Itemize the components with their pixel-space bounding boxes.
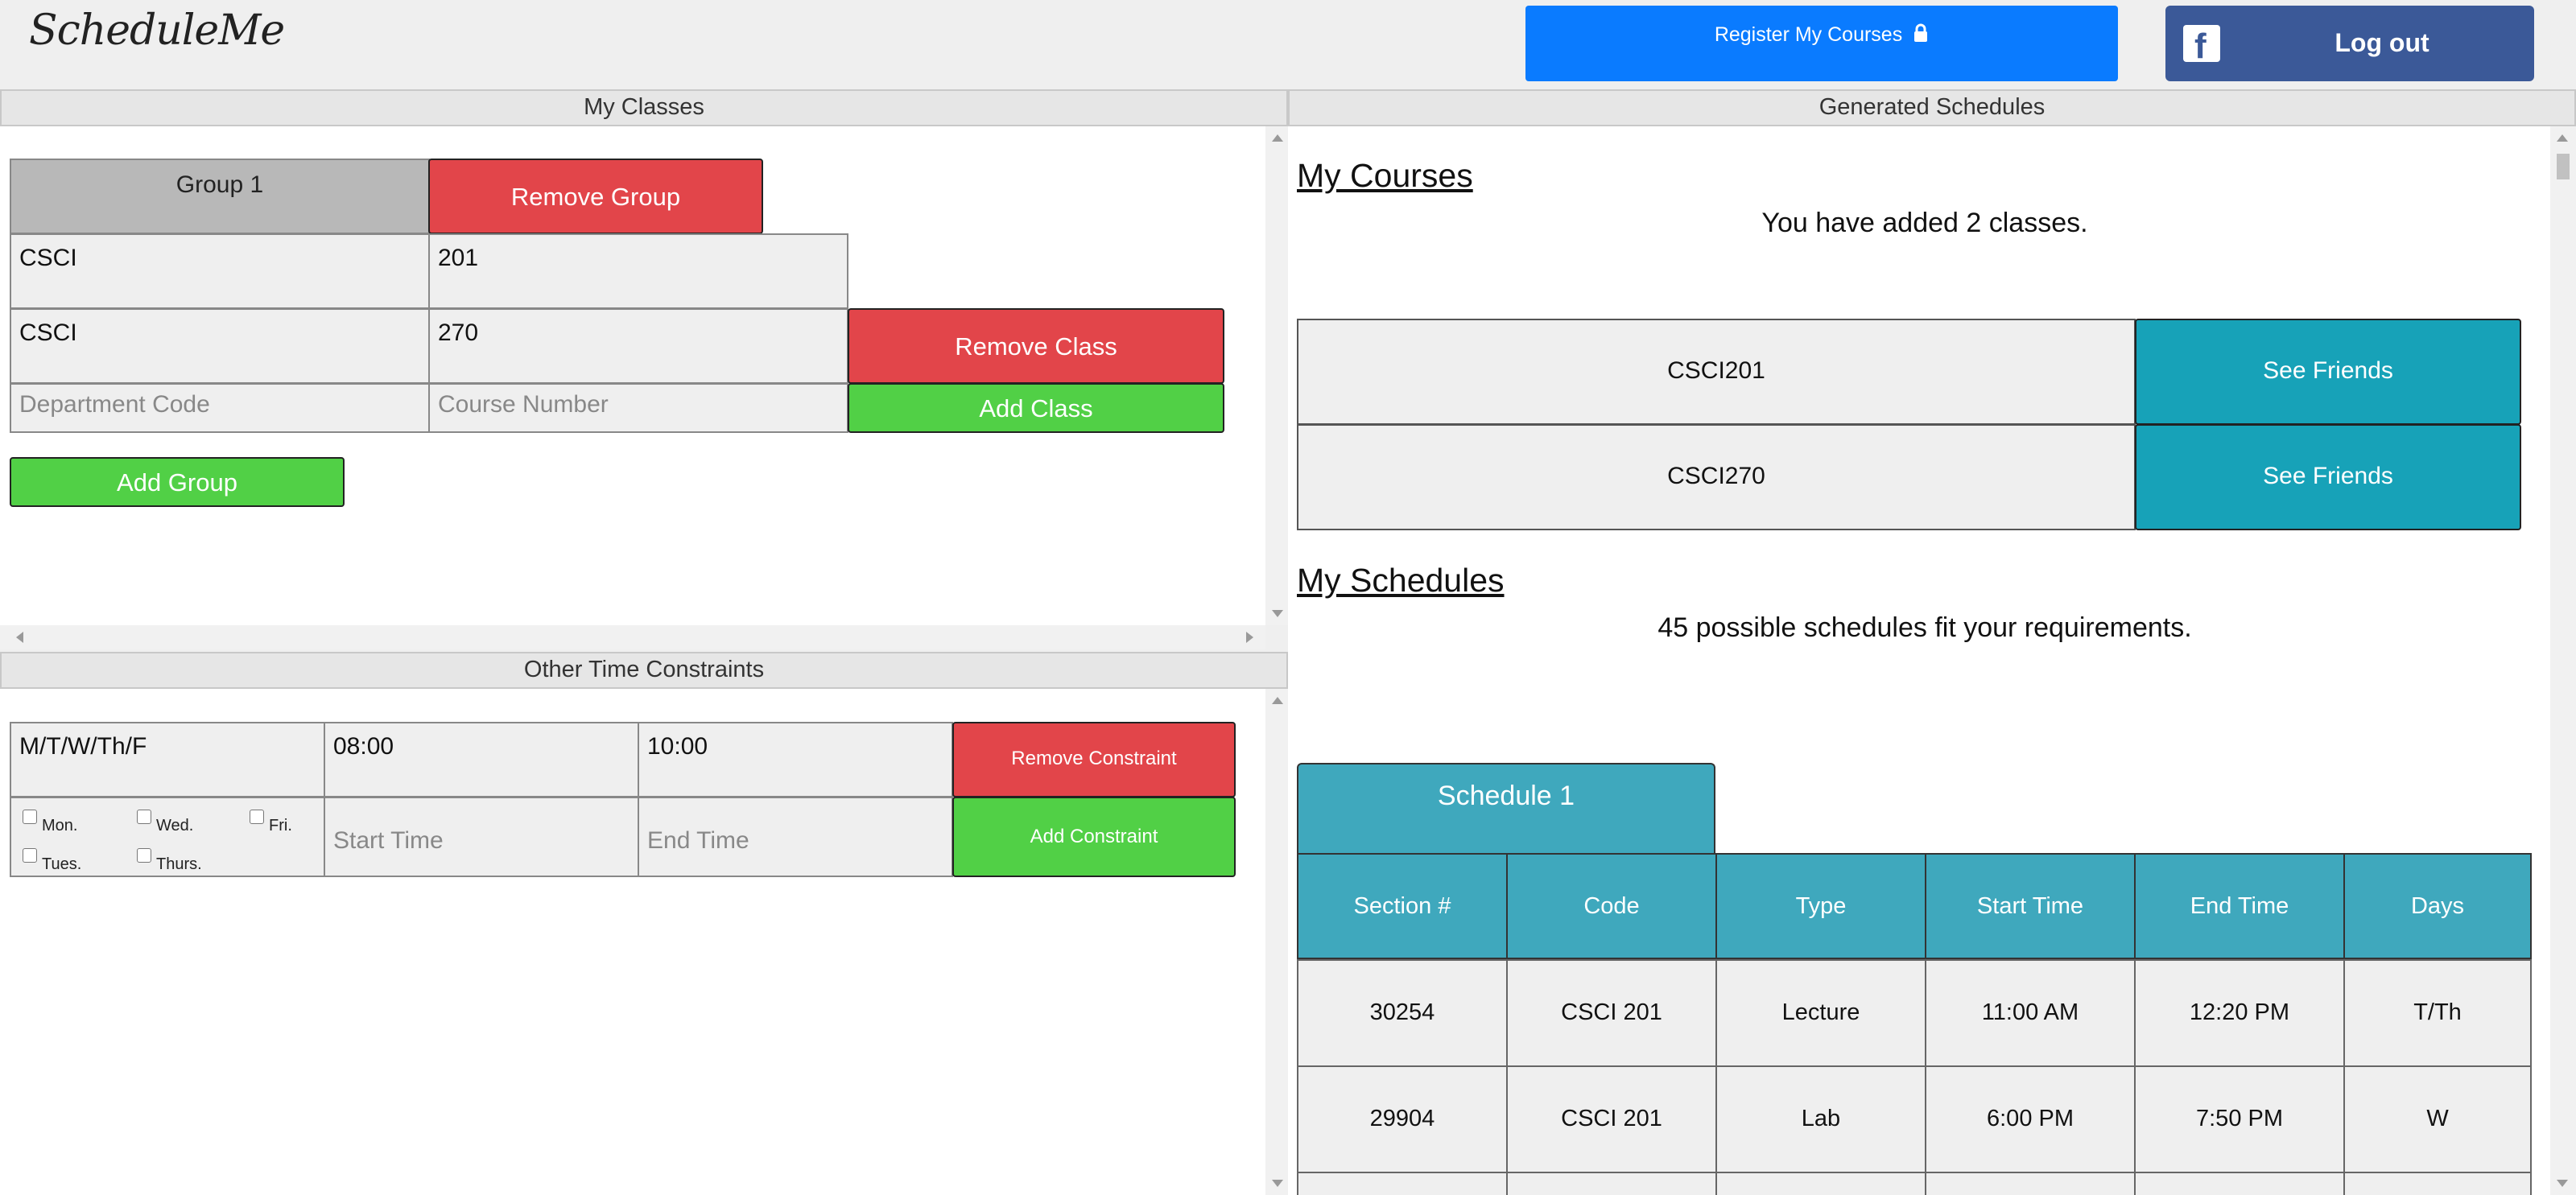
logout-button[interactable]: f Log out bbox=[2165, 6, 2534, 81]
course-cell: CSCI201 bbox=[1297, 319, 2136, 425]
scroll-thumb[interactable] bbox=[2557, 154, 2570, 179]
table-header: Start Time bbox=[1925, 853, 2136, 959]
constraint-end: 10:00 bbox=[638, 722, 953, 797]
tues-checkbox[interactable] bbox=[23, 848, 37, 863]
remove-class-button[interactable]: Remove Class bbox=[848, 308, 1224, 384]
table-cell bbox=[1506, 1172, 1717, 1195]
table-cell: 7:50 PM bbox=[2134, 1065, 2345, 1173]
add-group-button[interactable]: Add Group bbox=[10, 457, 345, 507]
logout-label: Log out bbox=[2334, 28, 2429, 57]
table-cell: CSCI 201 bbox=[1506, 959, 1717, 1067]
table-cell: Lecture bbox=[1715, 959, 1926, 1067]
constraint-days: M/T/W/Th/F bbox=[10, 722, 325, 797]
possible-schedules-text: 45 possible schedules fit your requireme… bbox=[1657, 612, 2192, 643]
table-cell: 30254 bbox=[1297, 959, 1508, 1067]
table-cell: W bbox=[2343, 1065, 2532, 1173]
my-schedules-heading: My Schedules bbox=[1297, 562, 1505, 599]
class-2-number: 270 bbox=[428, 308, 848, 384]
course-number-input[interactable]: Course Number bbox=[428, 383, 848, 433]
thurs-checkbox[interactable] bbox=[137, 848, 151, 863]
table-cell: CSCI 201 bbox=[1506, 1065, 1717, 1173]
day-tues[interactable]: Tues. bbox=[23, 848, 81, 876]
generated-schedules-title: Generated Schedules bbox=[1288, 89, 2576, 126]
table-cell: 6:00 PM bbox=[1925, 1065, 2136, 1173]
day-thurs[interactable]: Thurs. bbox=[137, 848, 202, 876]
table-cell bbox=[1925, 1172, 2136, 1195]
table-cell: 29904 bbox=[1297, 1065, 1508, 1173]
class-1-dept: CSCI bbox=[10, 233, 430, 309]
see-friends-button[interactable]: See Friends bbox=[2135, 319, 2521, 425]
start-time-input[interactable]: Start Time bbox=[324, 797, 639, 877]
day-fri[interactable]: Fri. bbox=[250, 810, 292, 837]
schedule-table: Section # Code Type Start Time End Time … bbox=[1297, 853, 2532, 1195]
added-classes-text: You have added 2 classes. bbox=[1761, 208, 2088, 238]
wed-checkbox[interactable] bbox=[137, 810, 151, 824]
schedule-1-tab[interactable]: Schedule 1 bbox=[1297, 763, 1715, 855]
end-time-input[interactable]: End Time bbox=[638, 797, 953, 877]
table-cell bbox=[2134, 1172, 2345, 1195]
app-logo: ScheduleMe bbox=[29, 6, 285, 55]
day-mon[interactable]: Mon. bbox=[23, 810, 77, 837]
group-1-tab[interactable]: Group 1 bbox=[10, 159, 430, 234]
class-2-dept: CSCI bbox=[10, 308, 430, 384]
table-cell bbox=[1297, 1172, 1508, 1195]
constraints-title: Other Time Constraints bbox=[0, 652, 1288, 689]
table-cell bbox=[1715, 1172, 1926, 1195]
fri-checkbox[interactable] bbox=[250, 810, 264, 824]
table-cell: 12:20 PM bbox=[2134, 959, 2345, 1067]
class-1-number: 201 bbox=[428, 233, 848, 309]
my-classes-hscroll[interactable] bbox=[0, 625, 1265, 649]
see-friends-button[interactable]: See Friends bbox=[2135, 424, 2521, 530]
add-class-button[interactable]: Add Class bbox=[848, 383, 1224, 433]
my-courses-heading: My Courses bbox=[1297, 157, 1473, 194]
table-cell: Lab bbox=[1715, 1065, 1926, 1173]
table-header: Code bbox=[1506, 853, 1717, 959]
add-constraint-button[interactable]: Add Constraint bbox=[952, 797, 1236, 877]
register-courses-button[interactable]: Register My Courses bbox=[1525, 6, 2118, 81]
my-classes-title: My Classes bbox=[0, 89, 1288, 126]
table-cell bbox=[2343, 1172, 2532, 1195]
register-label: Register My Courses bbox=[1714, 23, 1903, 47]
table-header: Type bbox=[1715, 853, 1926, 959]
lock-icon bbox=[1913, 23, 1929, 48]
day-checkboxes: Mon. Wed. Fri. Tues. Thurs. bbox=[10, 797, 325, 877]
table-header: End Time bbox=[2134, 853, 2345, 959]
table-cell: 11:00 AM bbox=[1925, 959, 2136, 1067]
table-header: Section # bbox=[1297, 853, 1508, 959]
table-cell: T/Th bbox=[2343, 959, 2532, 1067]
constraint-start: 08:00 bbox=[324, 722, 639, 797]
mon-checkbox[interactable] bbox=[23, 810, 37, 824]
remove-constraint-button[interactable]: Remove Constraint bbox=[952, 722, 1236, 797]
department-code-input[interactable]: Department Code bbox=[10, 383, 430, 433]
course-cell: CSCI270 bbox=[1297, 424, 2136, 530]
remove-group-button[interactable]: Remove Group bbox=[428, 159, 763, 234]
table-header: Days bbox=[2343, 853, 2532, 959]
generated-vscroll[interactable] bbox=[2550, 126, 2576, 1195]
day-wed[interactable]: Wed. bbox=[137, 810, 193, 837]
